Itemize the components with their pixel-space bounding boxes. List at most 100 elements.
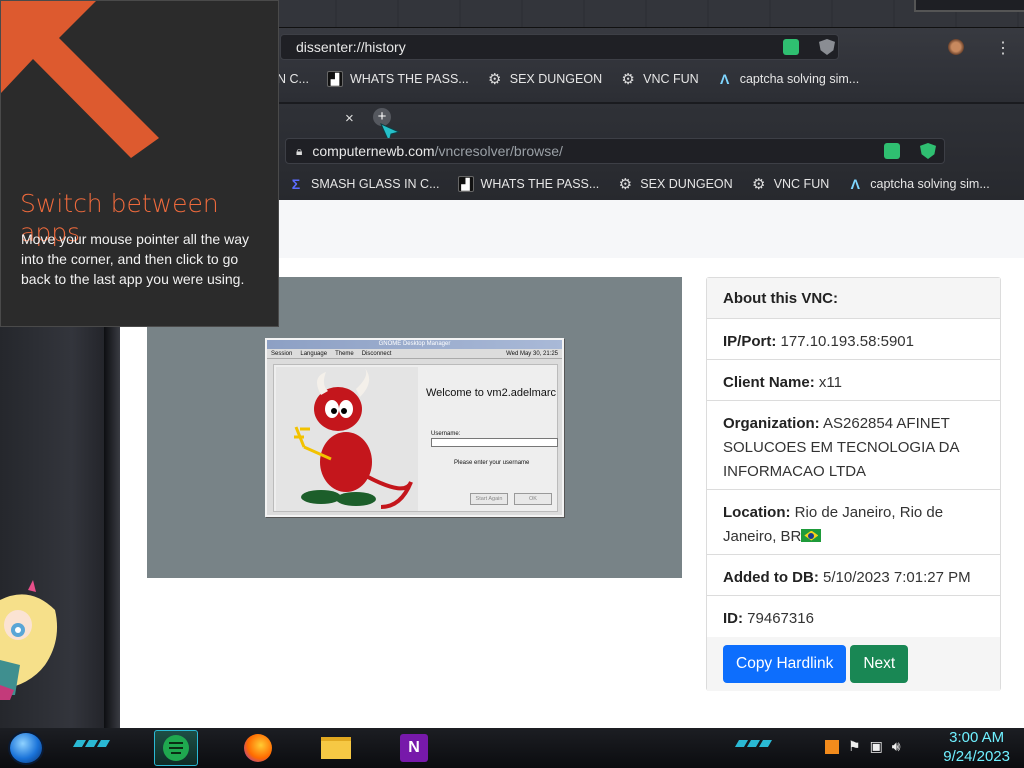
- anime-sticker-icon: [0, 580, 58, 700]
- onenote-icon[interactable]: N: [392, 730, 436, 766]
- shield-extension-icon[interactable]: [819, 39, 835, 55]
- bookmark-item[interactable]: ⚙ VNC FUN: [620, 71, 699, 88]
- firefox-icon[interactable]: [236, 730, 280, 766]
- organization-row: Organization: AS262854 AFINET SOLUCOES E…: [707, 401, 1000, 490]
- address-bar-front[interactable]: 🔒︎ computernewb.com/vncresolver/browse/: [285, 138, 945, 164]
- clock-date: 9/24/2023: [943, 748, 1010, 765]
- a-logo-icon: Λ: [720, 71, 730, 87]
- bookmark-label: captcha solving sim...: [870, 177, 990, 191]
- added-value: 5/10/2023 7:01:27 PM: [823, 569, 971, 586]
- dark-square-icon: ▟: [457, 176, 474, 192]
- ip-port-label: IP/Port:: [723, 333, 777, 350]
- system-tray: ⚑ ▣ 🔊︎: [825, 738, 901, 755]
- bookmark-bar-back: N C... ▟ WHATS THE PASS... ⚙ SEX DUNGEON ⚙…: [277, 68, 859, 90]
- bookmark-item[interactable]: N C...: [277, 72, 309, 86]
- bookmark-label: SEX DUNGEON: [640, 177, 733, 191]
- flag-icon[interactable]: ⚑: [848, 738, 861, 755]
- bookmark-item[interactable]: ⚙ SEX DUNGEON: [617, 176, 733, 193]
- bookmark-label: SEX DUNGEON: [509, 72, 603, 86]
- bookmark-label: VNC FUN: [643, 72, 699, 86]
- clock-time: 3:00 AM: [949, 729, 1005, 746]
- location-label: Location:: [723, 504, 791, 521]
- sticky-notes-icon[interactable]: [154, 730, 198, 766]
- a-logo-icon: Λ: [850, 176, 860, 192]
- brazil-flag-icon: [801, 529, 822, 542]
- shield-extension-icon[interactable]: [920, 143, 936, 159]
- firefox-glyph: [244, 734, 272, 762]
- clock[interactable]: 3:00 AM 9/24/2023: [943, 728, 1010, 766]
- z-logo-icon: Σ: [291, 176, 301, 192]
- next-button[interactable]: Next: [850, 645, 909, 683]
- browser-window-back[interactable]: dissenter://history ⋮ N C... ▟ WHATS THE …: [275, 0, 1024, 102]
- gdm-menu: Session Language Theme Disconnect Wed Ma…: [267, 349, 562, 359]
- taskbar: N ⚑ ▣ 🔊︎ 3:00 AM 9/24/2023: [0, 728, 1024, 768]
- url-host: computernewb.com: [312, 143, 435, 159]
- lock-icon: 🔒︎: [296, 143, 303, 158]
- ip-port-value: 177.10.193.58:5901: [780, 333, 914, 350]
- gdm-ok-button: OK: [514, 493, 552, 505]
- bsd-daemon-image: [276, 367, 418, 511]
- dark-square-icon: ▟: [326, 71, 343, 87]
- bookmark-label: WHATS THE PASS...: [480, 177, 600, 191]
- avatar[interactable]: [948, 39, 964, 55]
- chat-extension-icon[interactable]: [884, 143, 900, 159]
- added-label: Added to DB:: [723, 569, 819, 586]
- close-tab-icon[interactable]: ×: [345, 110, 354, 127]
- bookmark-label: WHATS THE PASS...: [349, 72, 469, 86]
- added-row: Added to DB: 5/10/2023 7:01:27 PM: [707, 555, 1000, 596]
- client-name-row: Client Name: x11: [707, 360, 1000, 401]
- ip-port-row: IP/Port: 177.10.193.58:5901: [707, 319, 1000, 360]
- bookmark-label: VNC FUN: [773, 177, 830, 191]
- bsd-daemon-icon: [294, 367, 413, 509]
- onenote-glyph: N: [400, 734, 428, 762]
- client-name-value: x11: [818, 374, 842, 391]
- gdm-menu-item: Disconnect: [361, 351, 392, 357]
- copy-hardlink-button[interactable]: Copy Hardlink: [723, 645, 847, 683]
- url-text[interactable]: dissenter://history: [296, 39, 406, 55]
- gear-icon: ⚙: [488, 71, 502, 88]
- bookmark-item[interactable]: ⚙ SEX DUNGEON: [487, 71, 603, 88]
- gdm-window: GNOME Desktop Manager Session Language T…: [265, 338, 564, 517]
- gear-icon: ⚙: [751, 176, 766, 193]
- gdm-title: GNOME Desktop Manager: [267, 340, 562, 349]
- bookmark-item[interactable]: ⚙ VNC FUN: [751, 176, 830, 193]
- bookmark-label: captcha solving sim...: [739, 72, 860, 86]
- start-button[interactable]: [8, 731, 44, 765]
- browser-window-front[interactable]: × + 🔒︎ computernewb.com/vncresolver/brow…: [275, 102, 1024, 200]
- url-text[interactable]: computernewb.com/vncresolver/browse/: [312, 143, 563, 159]
- file-explorer-icon[interactable]: [314, 730, 358, 766]
- id-label: ID:: [723, 610, 743, 627]
- bookmark-item[interactable]: Σ SMASH GLASS IN C...: [288, 176, 440, 192]
- gdm-date: Wed May 30, 21:25: [506, 351, 558, 357]
- address-bar-back[interactable]: dissenter://history: [280, 34, 839, 60]
- bookmark-item[interactable]: Λcaptcha solving sim...: [717, 71, 860, 87]
- bookmark-item[interactable]: ▟ WHATS THE PASS...: [457, 176, 600, 192]
- gdm-menu-item: Language: [300, 351, 328, 357]
- gdm-welcome-text: Welcome to vm2.adelmarc: [426, 387, 557, 399]
- desktop: dissenter://history ⋮ N C... ▟ WHATS THE …: [0, 0, 1024, 768]
- menu-icon[interactable]: ⋮: [995, 38, 1011, 58]
- bookmark-bar-front: Σ SMASH GLASS IN C... ▟ WHATS THE PASS... …: [288, 173, 990, 195]
- bookmark-item[interactable]: ▟ WHATS THE PASS...: [326, 71, 469, 87]
- gdm-username-field: [431, 438, 558, 447]
- bookmark-label: N C...: [277, 72, 309, 86]
- chat-extension-icon[interactable]: [783, 39, 799, 55]
- tray-app-icon[interactable]: [825, 739, 839, 754]
- bookmark-item[interactable]: Λcaptcha solving sim...: [847, 176, 990, 192]
- gear-icon: ⚙: [618, 176, 633, 193]
- bookmark-label: SMASH GLASS IN C...: [311, 177, 440, 191]
- about-card-title: About this VNC:: [707, 278, 1000, 319]
- taskbar-decoration: [734, 740, 773, 747]
- organization-label: Organization:: [723, 415, 820, 432]
- location-row: Location: Rio de Janeiro, Rio de Janeiro…: [707, 490, 1000, 555]
- gdm-menu-item: Theme: [335, 351, 354, 357]
- client-name-label: Client Name:: [723, 374, 815, 391]
- folder-glyph: [321, 737, 351, 759]
- window-corner: [914, 0, 1024, 12]
- gdm-username-label: Username:: [431, 431, 461, 437]
- gdm-body: Welcome to vm2.adelmarc Username: Please…: [273, 364, 558, 512]
- network-icon[interactable]: ▣: [870, 738, 883, 755]
- arrow-up-left-icon: [1, 1, 159, 158]
- id-value: 79467316: [747, 610, 814, 627]
- volume-icon[interactable]: 🔊︎: [892, 738, 901, 755]
